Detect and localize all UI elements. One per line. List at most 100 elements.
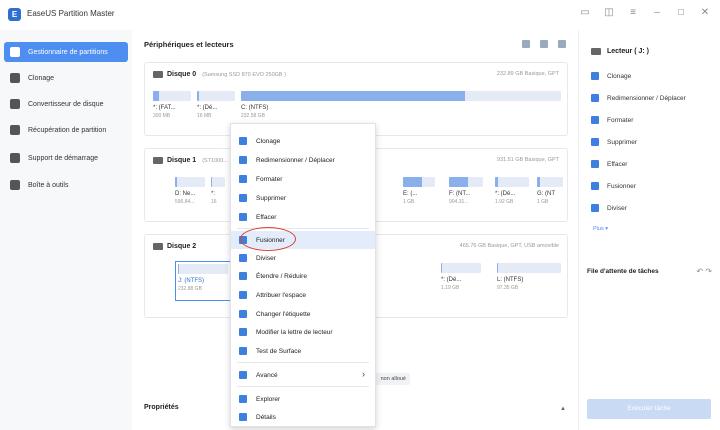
properties-title: Propriétés (144, 404, 179, 411)
partition-block[interactable]: D: Ne... 596.84... (175, 177, 205, 205)
extend-icon (239, 272, 247, 280)
section-title: Périphériques et lecteurs (144, 40, 234, 49)
action-split[interactable]: Diviser (591, 204, 627, 212)
execute-task-button[interactable]: Exécuter tâche (587, 399, 711, 419)
execute-label: Exécuter tâche (627, 405, 671, 412)
task-queue-title: File d'attente de tâches (587, 268, 659, 275)
menu-item-details[interactable]: Détails (231, 408, 375, 426)
partition-block[interactable]: E: (... 1 GB (403, 177, 435, 205)
title-bar: E EaseUS Partition Master ▭ ◫ ≡ – □ ✕ (0, 0, 720, 30)
sidebar-item-label: Récupération de partition (28, 126, 107, 134)
collapse-caret-icon[interactable]: ▲ (560, 406, 566, 412)
sidebar-item-toolbox[interactable]: Boîte à outils (4, 175, 128, 195)
disk-icon (153, 71, 163, 78)
surface-test-icon (239, 347, 247, 355)
drive-title: Lecteur ( J: ) (591, 48, 649, 55)
menu-item-clone[interactable]: Clonage (231, 132, 375, 150)
menu-item-split[interactable]: Diviser (231, 249, 375, 267)
grid-view-icon[interactable] (522, 40, 530, 48)
menu-item-allocate[interactable]: Attribuer l'espace (231, 286, 375, 304)
explore-icon (239, 395, 247, 403)
maximize-icon[interactable]: □ (674, 6, 688, 20)
partition-block[interactable]: *: (Dé... 1.92 GB (495, 177, 529, 205)
partition-block[interactable]: *: (Dé... 1.19 GB (441, 263, 481, 291)
partition-name: *: (FAT... (153, 105, 176, 111)
action-merge[interactable]: Fusionner (591, 182, 636, 190)
sidebar-item-partition-manager[interactable]: Gestionnaire de partitions (4, 42, 128, 62)
partition-block[interactable]: *: (FAT... 300 MB (153, 91, 191, 119)
partition-bar (175, 177, 205, 187)
close-icon[interactable]: ✕ (698, 6, 712, 20)
menu-item-format[interactable]: Formater (231, 170, 375, 188)
drive-icon (591, 48, 601, 55)
disk-name: Disque 0 (167, 71, 197, 78)
sidebar-item-partition-recovery[interactable]: Récupération de partition (4, 120, 128, 140)
partition-name: D: Ne... (175, 191, 196, 197)
partition-bar (211, 177, 225, 187)
minimize-icon[interactable]: – (650, 6, 664, 20)
delete-icon (239, 194, 247, 202)
list-view-icon[interactable] (540, 40, 548, 48)
action-label: Formater (607, 116, 634, 124)
chevron-down-icon: ▾ (605, 226, 608, 232)
menu-icon[interactable]: ≡ (626, 6, 640, 20)
partition-block[interactable]: L: (NTFS) 97.35 GB (497, 263, 561, 291)
feedback-icon[interactable]: ◫ (602, 6, 616, 20)
sidebar-item-label: Support de démarrage (28, 154, 99, 162)
refresh-icon[interactable] (558, 40, 566, 48)
format-icon (239, 175, 247, 183)
recovery-icon (10, 125, 20, 135)
partition-block[interactable]: *: (Dé... 16 MB (197, 91, 235, 119)
partition-icon (10, 47, 20, 57)
undo-redo-icons[interactable]: ↶ ↷ (696, 267, 712, 276)
partition-fill (197, 91, 199, 101)
menu-item-wipe[interactable]: Effacer (231, 208, 375, 226)
action-clone[interactable]: Clonage (591, 72, 631, 80)
menu-item-advanced[interactable]: Avancé › (231, 366, 375, 384)
partition-bar (449, 177, 483, 187)
details-icon (239, 413, 247, 421)
allocate-icon (239, 291, 247, 299)
sidebar-item-clone[interactable]: Clonage (4, 68, 128, 88)
partition-name: C: (NTFS) (241, 105, 269, 111)
action-wipe[interactable]: Effacer (591, 160, 627, 168)
menu-item-label: Modifier la lettre de lecteur (256, 328, 333, 336)
toolbox-icon (10, 180, 20, 190)
partition-name: E: (... (403, 191, 418, 197)
menu-item-label: Détails (256, 413, 276, 421)
menu-item-extend[interactable]: Étendre / Réduire (231, 267, 375, 285)
chevron-right-icon: › (362, 369, 365, 379)
sidebar-item-bootable-media[interactable]: Support de démarrage (4, 148, 128, 168)
split-icon (591, 204, 599, 212)
disk-icon (153, 157, 163, 164)
sidebar-item-disk-converter[interactable]: Convertisseur de disque (4, 94, 128, 114)
partition-name: L: (NTFS) (497, 277, 524, 283)
partition-block[interactable]: G: (NT 1 GB (537, 177, 563, 205)
menu-item-label: Changer l'étiquette (256, 310, 311, 318)
partition-block[interactable]: *: 16 (211, 177, 225, 205)
more-link[interactable]: Plus ▾ (593, 226, 608, 232)
context-menu: Clonage Redimensionner / Déplacer Format… (230, 123, 376, 427)
menu-item-surface-test[interactable]: Test de Surface (231, 342, 375, 360)
partition-block[interactable]: C: (NTFS) 232.58 GB (241, 91, 561, 119)
menu-item-explore[interactable]: Explorer (231, 390, 375, 408)
partition-name: *: (Dé... (441, 277, 462, 283)
menu-item-resize[interactable]: Redimensionner / Déplacer (231, 151, 375, 169)
partition-fill (441, 263, 442, 273)
format-icon (591, 116, 599, 124)
partition-name: G: (NT (537, 191, 555, 197)
action-format[interactable]: Formater (591, 116, 633, 124)
action-delete[interactable]: Supprimer (591, 138, 637, 146)
partition-bar (153, 91, 191, 101)
bookmark-icon[interactable]: ▭ (578, 6, 592, 20)
partition-block[interactable]: F: (NT... 904.31... (449, 177, 483, 205)
menu-item-label-change[interactable]: Changer l'étiquette (231, 305, 375, 323)
partition-block-selected[interactable]: J: (NTFS) 232.88 GB (175, 261, 231, 301)
partition-bar (178, 264, 228, 274)
menu-item-drive-letter[interactable]: Modifier la lettre de lecteur (231, 323, 375, 341)
action-label: Supprimer (607, 138, 637, 146)
menu-item-delete[interactable]: Supprimer (231, 189, 375, 207)
action-resize[interactable]: Redimensionner / Déplacer (591, 94, 686, 102)
wipe-icon (591, 160, 599, 168)
partition-size: 596.84... (175, 199, 195, 205)
